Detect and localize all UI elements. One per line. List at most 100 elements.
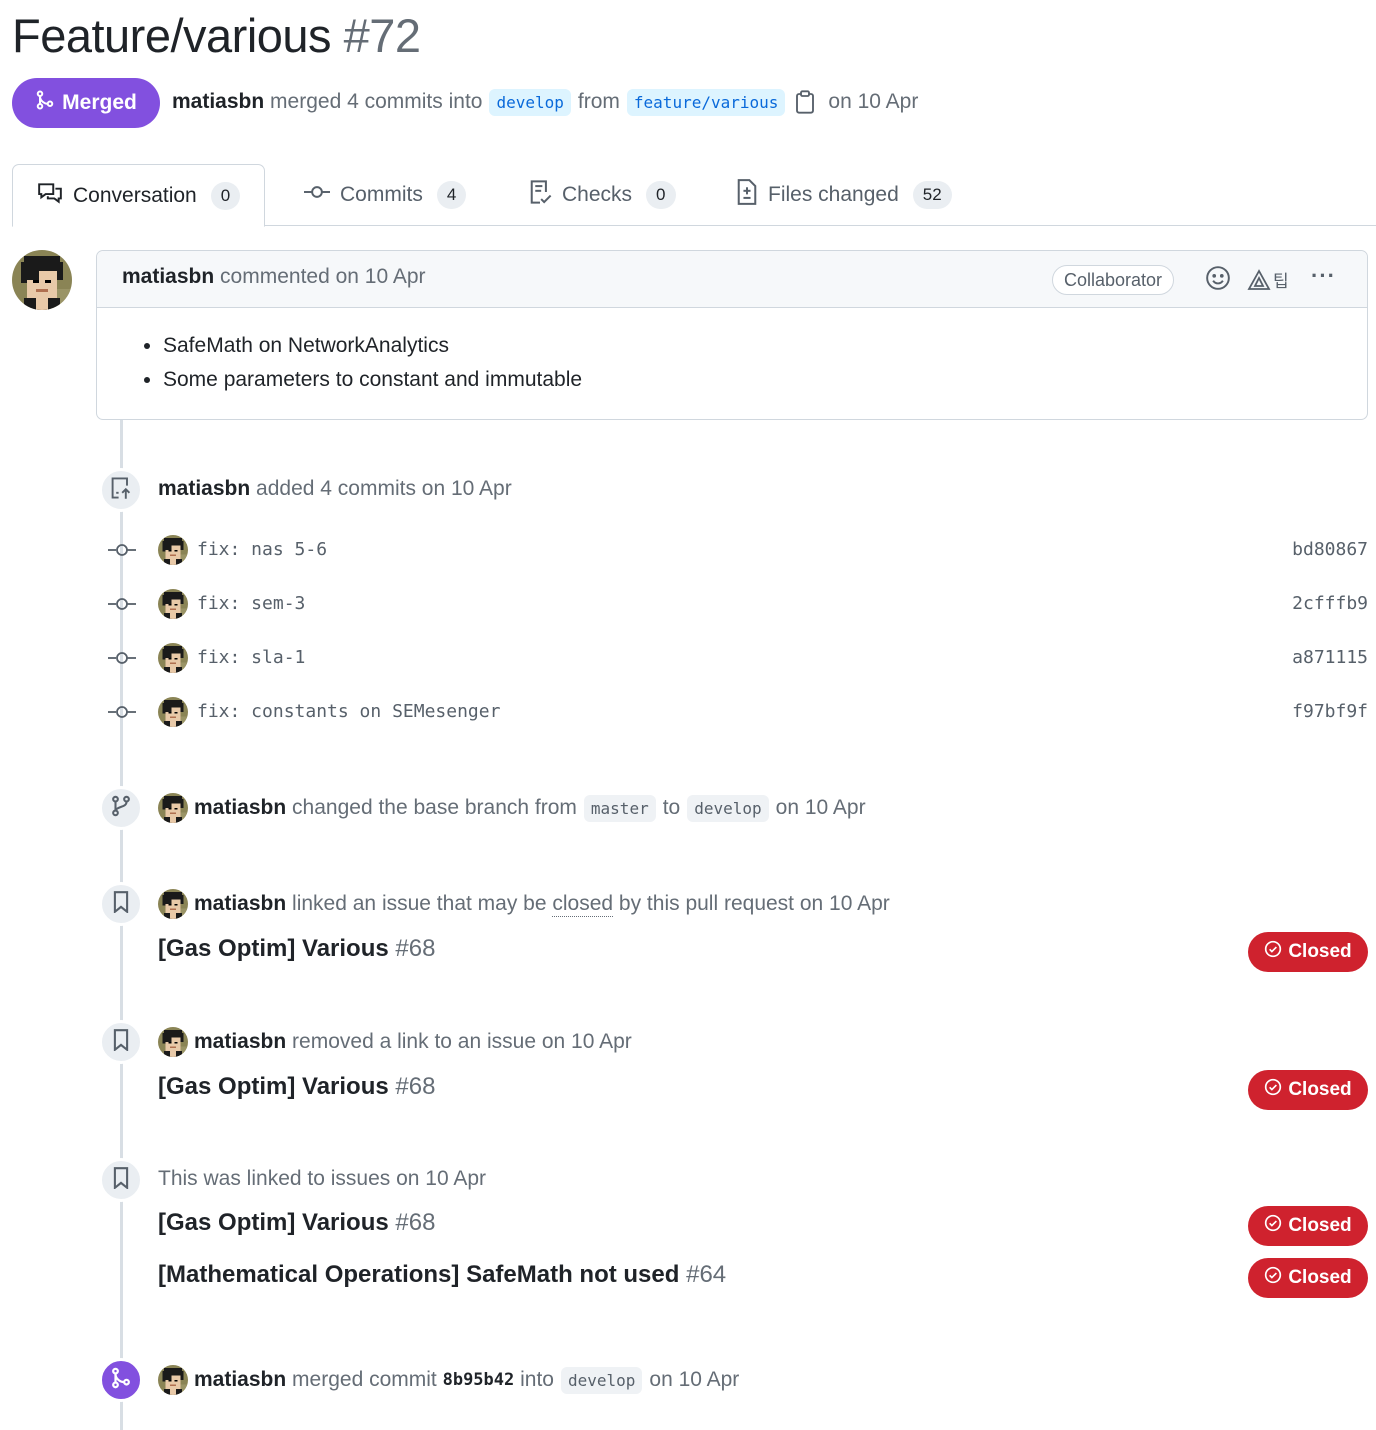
timeline-badge <box>99 1158 143 1202</box>
tab-checks[interactable]: Checks 0 <box>528 164 676 226</box>
tab-conversation[interactable]: Conversation 0 <box>12 164 266 227</box>
commit-sha-link[interactable]: a871115 <box>1292 647 1368 668</box>
copy-icon[interactable] <box>794 90 816 114</box>
commit-sha-link[interactable]: f97bf9f <box>1292 701 1368 722</box>
avatar[interactable] <box>158 535 188 565</box>
closed-status-badge: Closed <box>1248 1258 1368 1298</box>
event-text: to <box>662 796 681 819</box>
branch-label[interactable]: develop <box>687 794 769 822</box>
tab-commits[interactable]: Commits 4 <box>304 164 467 226</box>
bookmark-icon <box>111 1028 131 1056</box>
badge-label: Closed <box>1288 941 1352 962</box>
author-link[interactable]: matiasbn <box>172 90 264 114</box>
checklist-icon <box>528 179 552 211</box>
event-text: merged commit <box>292 1368 437 1391</box>
tab-label: Conversation <box>73 183 197 207</box>
bookmark-icon <box>111 1166 131 1194</box>
merged-status-badge: Merged <box>12 78 160 128</box>
event-text: linked an issue that may be <box>292 892 547 915</box>
avatar[interactable] <box>158 1365 188 1395</box>
check-circle-icon <box>1264 940 1282 964</box>
commit-message-link[interactable]: fix: sem-3 <box>197 593 305 614</box>
author-link[interactable]: matiasbn <box>194 1030 286 1054</box>
author-link[interactable]: matiasbn <box>194 796 286 820</box>
commits-added-event: matiasbn added 4 commits on 10 Apr <box>158 474 512 504</box>
head-branch[interactable]: feature/various <box>626 88 786 116</box>
event-text: removed a link to an issue on 10 Apr <box>292 1030 632 1053</box>
comment-header: matiasbn commented on 10 Apr Collaborato… <box>97 251 1367 308</box>
page-title: Feature/various #72 <box>12 8 421 63</box>
merge-icon <box>110 1367 132 1394</box>
event-date: on 10 Apr <box>649 1368 740 1391</box>
comment-meta: matiasbn commented on 10 Apr <box>122 265 426 289</box>
commit-message-link[interactable]: fix: sla-1 <box>197 647 305 668</box>
pr-number: #72 <box>343 9 421 62</box>
linked-issue-event: matiasbn linked an issue that may be clo… <box>158 888 890 920</box>
commit-message-link[interactable]: fix: nas 5-6 <box>197 539 327 560</box>
issue-link[interactable]: [Gas Optim] Various #68 <box>158 935 435 963</box>
merge-summary: matiasbn merged 4 commits into develop f… <box>172 86 918 118</box>
timeline-badge <box>99 468 143 512</box>
pr-title: Feature/various <box>12 9 332 62</box>
tab-counter: 52 <box>912 181 952 209</box>
comment-date[interactable]: commented on 10 Apr <box>220 265 425 288</box>
comment-discussion-icon <box>37 181 63 211</box>
tab-counter: 4 <box>436 181 467 209</box>
commit-sha-link[interactable]: 8b95b42 <box>443 1370 515 1390</box>
timeline-badge <box>99 786 143 830</box>
closed-status-badge: Closed <box>1248 1206 1368 1246</box>
base-branch[interactable]: develop <box>489 88 571 116</box>
commit-sha-link[interactable]: bd80867 <box>1292 539 1368 560</box>
event-text: into <box>520 1368 554 1391</box>
author-link[interactable]: matiasbn <box>158 477 250 501</box>
avatar[interactable] <box>158 589 188 619</box>
issue-title: [Gas Optim] Various <box>158 1073 389 1100</box>
author-link[interactable]: matiasbn <box>194 1368 286 1392</box>
smiley-icon[interactable] <box>1205 265 1231 296</box>
git-commit-icon <box>304 183 330 207</box>
badge-label: Closed <box>1288 1267 1352 1288</box>
tab-counter: 0 <box>646 181 676 209</box>
avatar[interactable] <box>158 1027 188 1057</box>
issue-link[interactable]: [Gas Optim] Various #68 <box>158 1073 435 1101</box>
commit-message-link[interactable]: fix: constants on SEMesenger <box>197 701 500 722</box>
avatar[interactable] <box>158 793 188 823</box>
closed-tooltip-term[interactable]: closed <box>552 892 614 917</box>
issue-title: [Mathematical Operations] SafeMath not u… <box>158 1261 680 1288</box>
file-diff-icon <box>736 179 758 211</box>
git-commit-icon <box>108 649 136 672</box>
kebab-menu-icon[interactable]: ··· <box>1311 263 1336 289</box>
git-branch-icon <box>110 795 132 822</box>
merge-date: on 10 Apr <box>828 90 919 113</box>
commit-sha-link[interactable]: 2cfffb9 <box>1292 593 1368 614</box>
avatar[interactable] <box>158 889 188 919</box>
timeline-badge <box>99 882 143 926</box>
issue-link[interactable]: [Gas Optim] Various #68 <box>158 1209 435 1237</box>
author-link[interactable]: matiasbn <box>194 892 286 916</box>
branch-label[interactable]: master <box>583 794 656 822</box>
role-badge: Collaborator <box>1052 265 1175 295</box>
base-branch-change-event: matiasbn changed the base branch from ma… <box>158 792 866 824</box>
issue-title: [Gas Optim] Various <box>158 1209 389 1236</box>
issue-title: [Gas Optim] Various <box>158 935 389 962</box>
issue-number: #68 <box>395 935 436 962</box>
comment-body: SafeMath on NetworkAnalytics Some parame… <box>163 329 582 397</box>
event-text: changed the base branch from <box>292 796 577 819</box>
issue-link[interactable]: [Mathematical Operations] SafeMath not u… <box>158 1261 726 1289</box>
timeline-badge <box>99 1358 143 1402</box>
commit-row: fix: constants on SEMesenger f97bf9f <box>108 697 1368 727</box>
tab-files-changed[interactable]: Files changed 52 <box>736 164 952 226</box>
warning-icon[interactable]: 팁 <box>1247 267 1289 292</box>
avatar[interactable] <box>158 643 188 673</box>
issue-number: #64 <box>686 1261 727 1288</box>
merged-label: Merged <box>62 91 137 114</box>
avatar[interactable] <box>158 697 188 727</box>
badge-label: Closed <box>1288 1215 1352 1236</box>
comment-author-link[interactable]: matiasbn <box>122 265 214 288</box>
tab-label: Files changed <box>768 183 899 206</box>
comment-box: matiasbn commented on 10 Apr Collaborato… <box>96 250 1368 420</box>
badge-label: Closed <box>1288 1079 1352 1100</box>
branch-label[interactable]: develop <box>560 1366 643 1394</box>
avatar[interactable] <box>12 250 72 310</box>
event-date: on 10 Apr <box>775 796 866 819</box>
